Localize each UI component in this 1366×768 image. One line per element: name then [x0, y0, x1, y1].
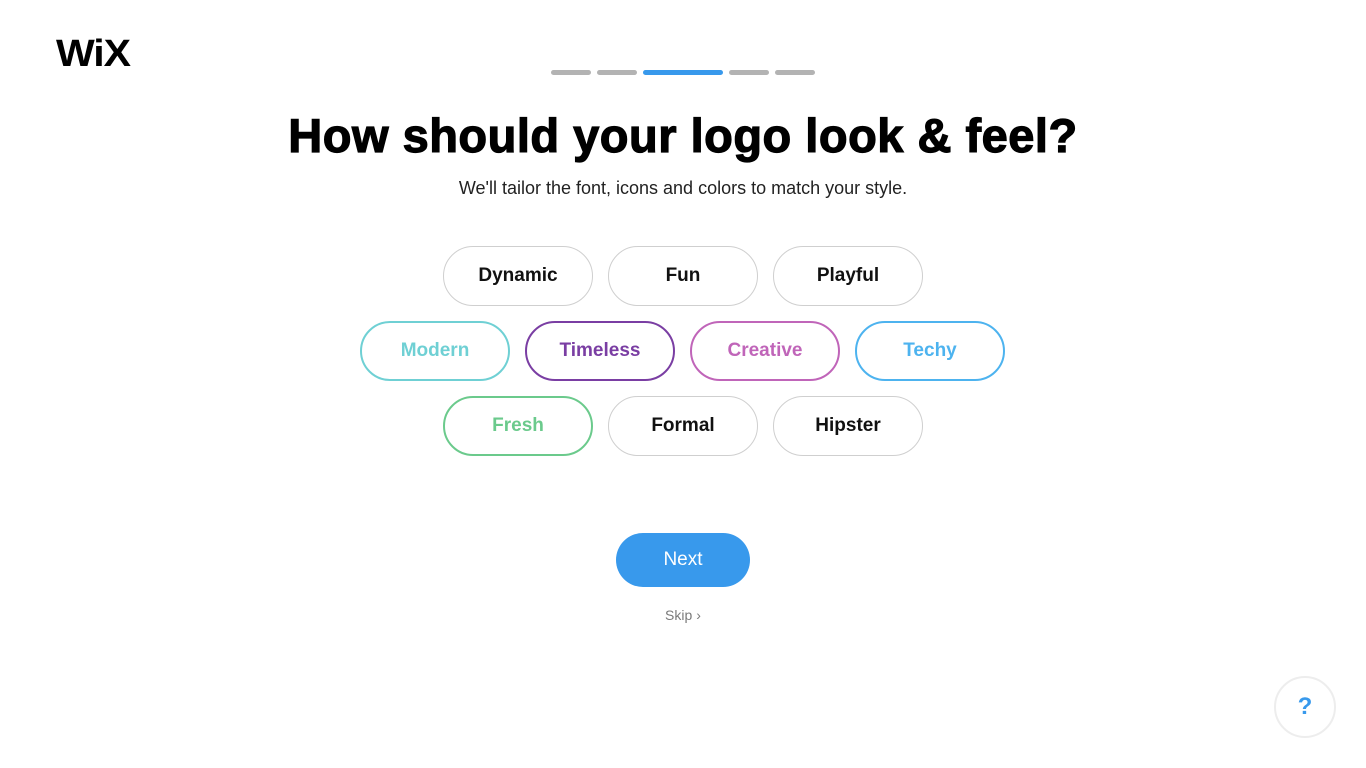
- style-chip-creative[interactable]: Creative: [690, 321, 840, 381]
- style-chip-hipster[interactable]: Hipster: [773, 396, 923, 456]
- chip-label: Hipster: [815, 415, 881, 436]
- chevron-right-icon: ›: [696, 607, 701, 623]
- chip-label: Timeless: [559, 340, 641, 361]
- style-chip-dynamic[interactable]: Dynamic: [443, 246, 593, 306]
- chip-label: Dynamic: [478, 265, 558, 286]
- chip-label: Modern: [400, 340, 470, 361]
- skip-link[interactable]: Skip ›: [0, 607, 1366, 623]
- style-chip-fresh[interactable]: Fresh: [443, 396, 593, 456]
- page-subtitle: We'll tailor the font, icons and colors …: [458, 178, 908, 198]
- style-chip-formal[interactable]: Formal: [608, 396, 758, 456]
- progress-indicator: [551, 70, 815, 75]
- page-title: How should your logo look & feel?: [288, 108, 1078, 162]
- chip-label: Fresh: [492, 415, 544, 436]
- wix-logo: WiX: [56, 33, 131, 75]
- chip-label: Creative: [727, 340, 803, 361]
- progress-step-2: [597, 70, 637, 75]
- style-chip-playful[interactable]: Playful: [773, 246, 923, 306]
- style-chip-techy[interactable]: Techy: [855, 321, 1005, 381]
- next-button[interactable]: Next: [616, 533, 750, 587]
- chip-label: Fun: [665, 265, 701, 286]
- style-chip-timeless[interactable]: Timeless: [525, 321, 675, 381]
- question-mark-icon: ?: [1297, 693, 1313, 720]
- chip-label: Formal: [651, 415, 715, 436]
- progress-step-5: [775, 70, 815, 75]
- chip-label: Playful: [816, 265, 880, 286]
- progress-step-4: [729, 70, 769, 75]
- help-button[interactable]: ?: [1274, 676, 1336, 738]
- progress-step-3-current: [643, 70, 723, 75]
- skip-label: Skip: [665, 607, 693, 623]
- progress-step-1: [551, 70, 591, 75]
- style-chip-fun[interactable]: Fun: [608, 246, 758, 306]
- chip-label: Techy: [903, 340, 957, 361]
- style-chip-modern[interactable]: Modern: [360, 321, 510, 381]
